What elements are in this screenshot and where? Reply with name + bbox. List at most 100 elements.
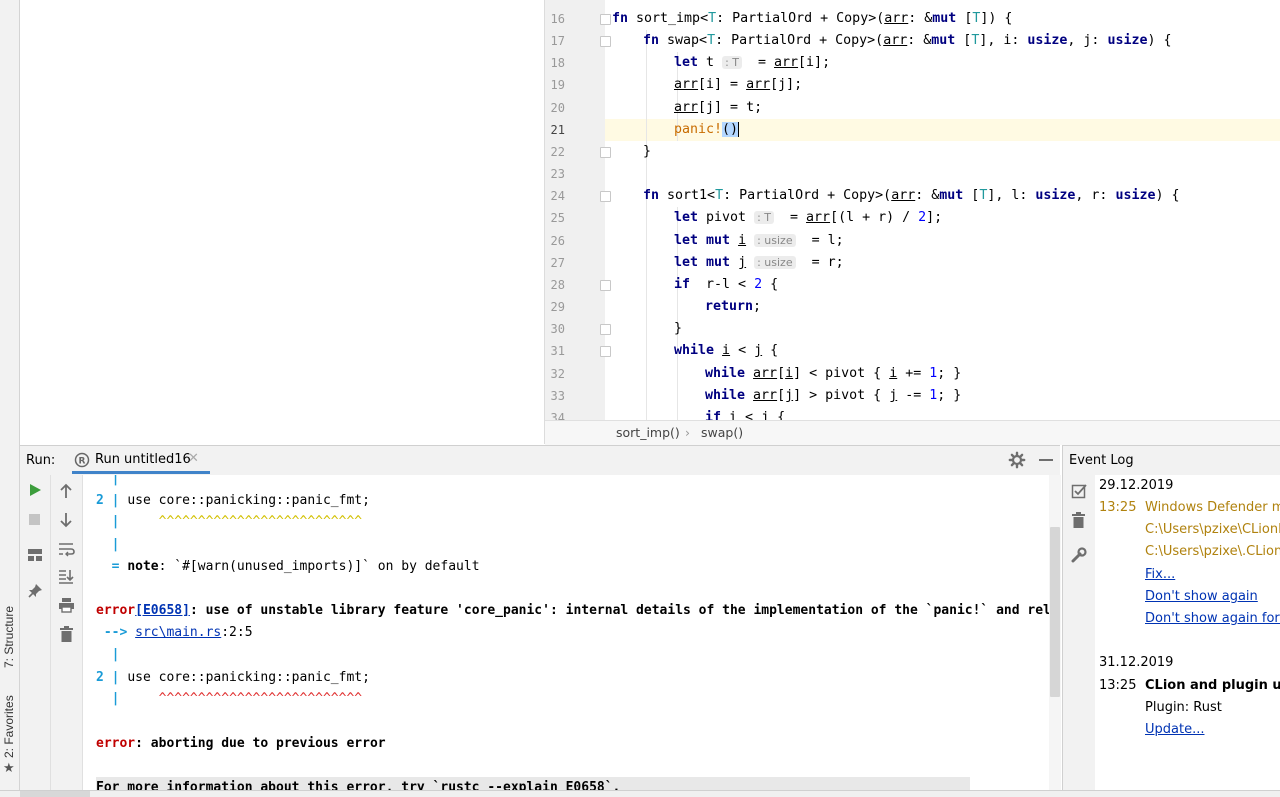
line-number: 20 bbox=[550, 101, 565, 115]
code-line[interactable]: if i < j { bbox=[705, 407, 785, 420]
pin-icon[interactable] bbox=[27, 583, 43, 599]
code-line[interactable]: let pivot : T = arr[(l + r) / 2]; bbox=[674, 207, 942, 229]
star-icon: ★ bbox=[3, 760, 15, 775]
type-hint: : T bbox=[754, 211, 774, 224]
stop-icon[interactable] bbox=[29, 514, 40, 525]
console-line: | ^^^^^^^^^^^^^^^^^^^^^^^^^^ bbox=[111, 691, 363, 706]
line-number: 30 bbox=[550, 322, 565, 336]
line-number: 16 bbox=[550, 12, 565, 26]
breadcrumb: sort_imp() › swap() bbox=[545, 420, 1280, 445]
code-line[interactable]: fn sort_imp<T: PartialOrd + Copy>(arr: &… bbox=[612, 8, 1012, 30]
status-bar-segment bbox=[20, 791, 90, 797]
line-number: 33 bbox=[550, 389, 565, 403]
line-number: 31 bbox=[550, 344, 565, 358]
line-number: 22 bbox=[550, 145, 565, 159]
structure-tab-label: 7: Structure bbox=[2, 605, 16, 668]
event-time: 13:25 bbox=[1099, 678, 1137, 693]
minimize-icon[interactable] bbox=[1039, 459, 1053, 461]
code-line[interactable]: fn sort1<T: PartialOrd + Copy>(arr: &mut… bbox=[643, 185, 1180, 207]
tab-run-untitled16[interactable]: R Run untitled16 ✕ bbox=[72, 446, 210, 474]
event-time: 13:25 bbox=[1099, 500, 1137, 515]
event-action-fix[interactable]: Fix... bbox=[1145, 564, 1175, 586]
scroll-to-end-icon[interactable] bbox=[58, 568, 75, 584]
run-toolbar-secondary bbox=[51, 475, 83, 790]
arrow-down-icon[interactable] bbox=[59, 512, 73, 528]
source-location-link[interactable]: src\main.rs bbox=[135, 625, 221, 640]
run-console[interactable]: | 2 | use core::panicking::panic_fmt; | … bbox=[83, 475, 1049, 790]
event-path: C:\Users\pzixe\.CLion2019.3 bbox=[1145, 544, 1280, 559]
line-number: 27 bbox=[550, 256, 565, 270]
fold-marker[interactable] bbox=[600, 346, 611, 357]
code-line[interactable]: } bbox=[674, 318, 682, 340]
console-line: = note: `#[warn(unused_imports)]` on by … bbox=[111, 559, 480, 574]
left-tool-stripe: 7: Structure 2: Favorites ★ bbox=[0, 0, 20, 796]
event-log-title: Event Log bbox=[1069, 453, 1134, 468]
code-line[interactable]: let mut j : usize = r; bbox=[674, 252, 844, 274]
layout-icon[interactable] bbox=[27, 548, 43, 562]
soft-wrap-icon[interactable] bbox=[58, 541, 75, 557]
run-panel-header: Run: R Run untitled16 ✕ bbox=[20, 445, 1060, 476]
line-number: 24 bbox=[550, 189, 565, 203]
line-number: 21 bbox=[550, 123, 565, 137]
console-line: error: aborting due to previous error bbox=[96, 736, 386, 751]
line-number: 32 bbox=[550, 367, 565, 381]
code-line[interactable]: if r-l < 2 { bbox=[674, 274, 778, 296]
line-number: 28 bbox=[550, 278, 565, 292]
print-icon[interactable] bbox=[58, 597, 75, 613]
wrench-icon[interactable] bbox=[1071, 547, 1087, 563]
event-log-toolbar bbox=[1062, 475, 1096, 790]
console-line: --> src\main.rs:2:5 bbox=[96, 625, 253, 640]
line-number: 25 bbox=[550, 211, 565, 225]
structure-tool-tab[interactable]: 7: Structure bbox=[0, 590, 19, 670]
fold-marker[interactable] bbox=[600, 36, 611, 47]
code-line[interactable]: let mut i : usize = l; bbox=[674, 230, 844, 252]
breadcrumb-item-sort-imp[interactable]: sort_imp() bbox=[616, 425, 680, 440]
line-number: 17 bbox=[550, 34, 565, 48]
code-line-current[interactable]: panic!() bbox=[674, 119, 740, 141]
trash-icon[interactable] bbox=[1071, 512, 1086, 528]
event-detail: Plugin: Rust bbox=[1145, 700, 1222, 715]
favorites-tool-tab[interactable]: 2: Favorites ★ bbox=[0, 690, 19, 790]
code-line[interactable]: let t : T = arr[i]; bbox=[674, 52, 830, 74]
mark-read-icon[interactable] bbox=[1071, 483, 1087, 499]
rust-run-icon: R bbox=[74, 452, 90, 468]
fold-marker[interactable] bbox=[600, 147, 611, 158]
line-number: 23 bbox=[550, 167, 565, 181]
svg-text:R: R bbox=[79, 457, 86, 467]
fold-marker[interactable] bbox=[600, 14, 611, 25]
event-action-dont-show-project[interactable]: Don't show again for this project bbox=[1145, 608, 1280, 630]
code-line[interactable]: } bbox=[643, 141, 651, 163]
code-line[interactable]: arr[i] = arr[j]; bbox=[674, 74, 802, 96]
run-label: Run: bbox=[26, 453, 56, 468]
console-line: | ^^^^^^^^^^^^^^^^^^^^^^^^^^ bbox=[111, 514, 363, 529]
code-line[interactable]: while i < j { bbox=[674, 340, 778, 362]
fold-marker[interactable] bbox=[600, 324, 611, 335]
breadcrumb-separator: › bbox=[685, 425, 690, 440]
code-line[interactable]: fn swap<T: PartialOrd + Copy>(arr: &mut … bbox=[643, 30, 1172, 52]
arrow-up-icon[interactable] bbox=[59, 483, 73, 499]
rerun-icon[interactable] bbox=[28, 483, 42, 497]
fold-marker[interactable] bbox=[600, 280, 611, 291]
console-line: | bbox=[111, 475, 120, 486]
console-line: 2 | use core::panicking::panic_fmt; bbox=[96, 670, 370, 685]
code-line[interactable]: arr[j] = t; bbox=[674, 97, 762, 119]
code-line[interactable]: while arr[j] > pivot { j -= 1; } bbox=[705, 385, 961, 407]
type-hint: : usize bbox=[754, 256, 796, 269]
console-error-line: error[E0658]: use of unstable library fe… bbox=[96, 603, 1049, 618]
event-action-update[interactable]: Update... bbox=[1145, 719, 1204, 741]
breadcrumb-item-swap[interactable]: swap() bbox=[701, 425, 743, 440]
gear-icon[interactable] bbox=[1008, 451, 1026, 469]
line-number: 26 bbox=[550, 234, 565, 248]
event-log-body[interactable]: 29.12.2019 13:25 Windows Defender might … bbox=[1095, 475, 1280, 790]
run-toolbar-primary bbox=[20, 475, 51, 790]
code-line[interactable]: while arr[i] < pivot { i += 1; } bbox=[705, 363, 961, 385]
code-line[interactable]: return; bbox=[705, 296, 761, 318]
console-scrollbar-thumb[interactable] bbox=[1050, 527, 1060, 697]
fold-marker[interactable] bbox=[600, 191, 611, 202]
event-action-dont-show-again[interactable]: Don't show again bbox=[1145, 586, 1258, 608]
console-line: For more information about this error, t… bbox=[96, 777, 970, 790]
error-code-link[interactable]: [E0658] bbox=[135, 603, 190, 618]
trash-icon[interactable] bbox=[59, 626, 74, 642]
close-icon[interactable]: ✕ bbox=[188, 451, 199, 466]
console-line: | bbox=[111, 647, 120, 662]
